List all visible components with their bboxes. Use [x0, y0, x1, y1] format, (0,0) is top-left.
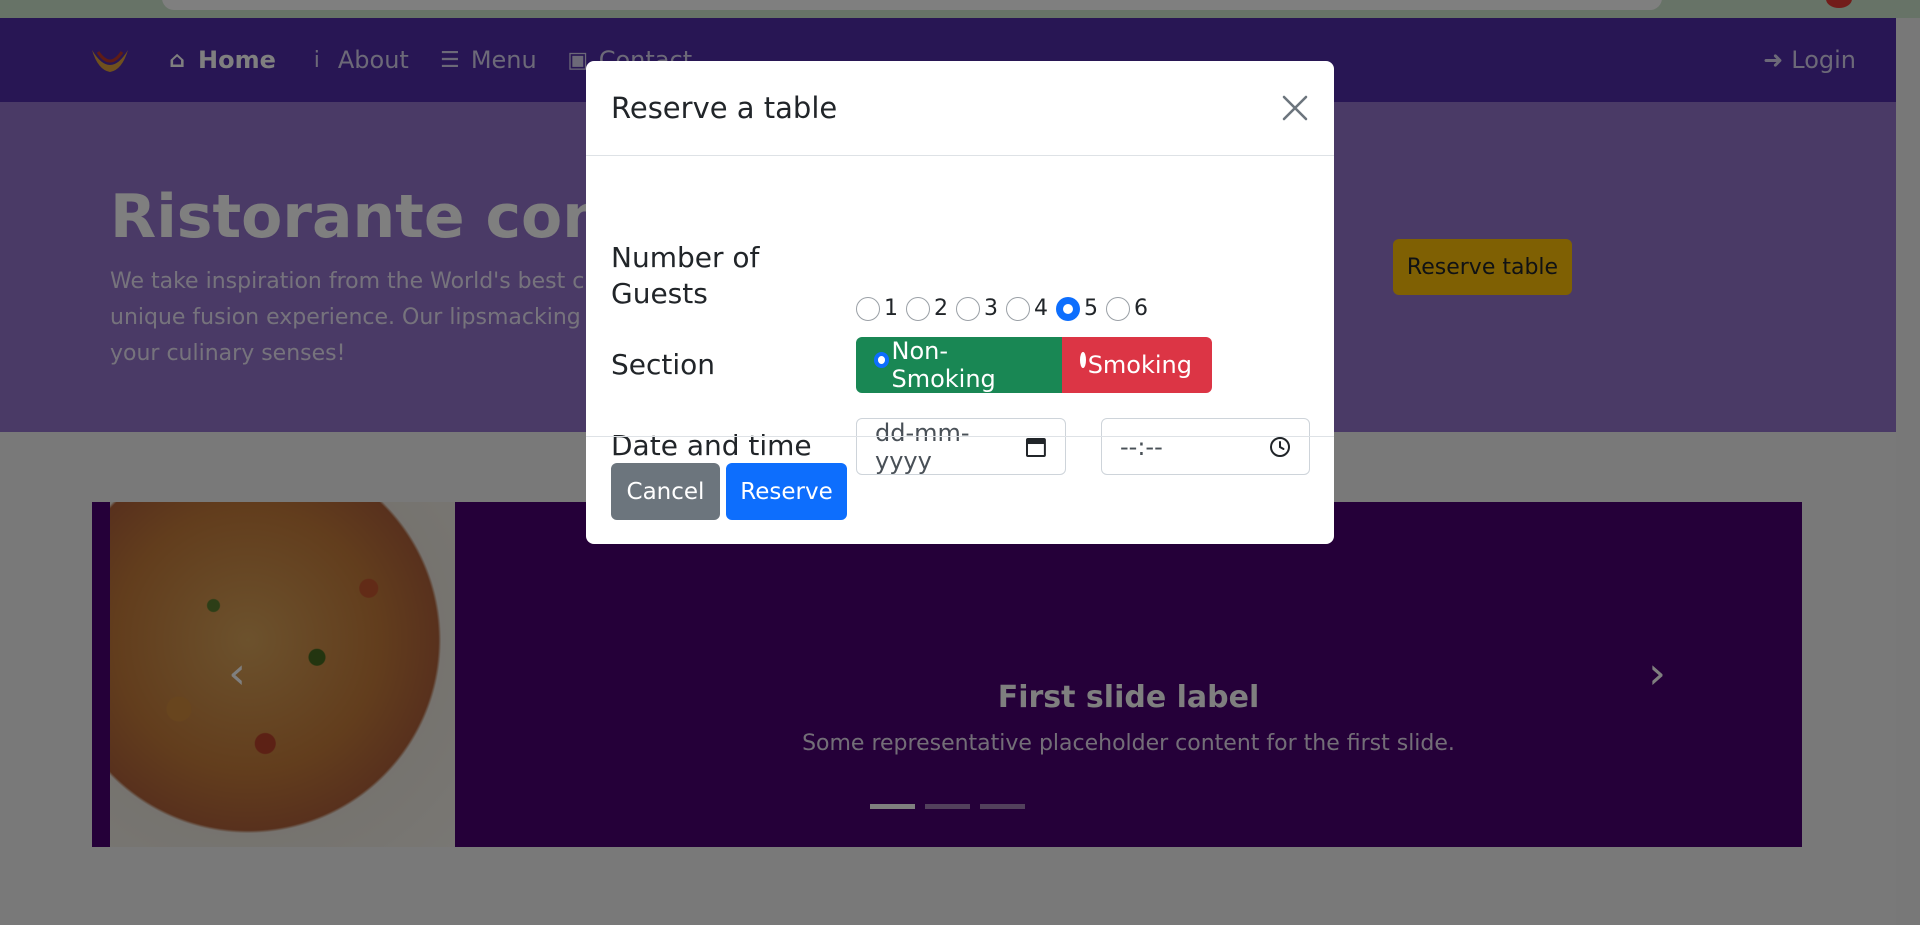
guests-option-5[interactable]: 5	[1056, 296, 1098, 321]
modal-title: Reserve a table	[611, 91, 838, 125]
guests-option-3[interactable]: 3	[956, 296, 998, 321]
radio-label: 4	[1034, 296, 1048, 321]
radio-label: 2	[934, 296, 948, 321]
radio-button[interactable]	[1006, 296, 1030, 321]
radio-label: 1	[884, 296, 898, 321]
radio-label: 3	[984, 296, 998, 321]
non-smoking-option[interactable]: Non-Smoking	[856, 337, 1062, 393]
modal-footer: Cancel Reserve	[586, 436, 1334, 544]
radio-label: 6	[1134, 296, 1148, 321]
guests-radio-group: 1 2 3 4 5 6	[856, 296, 1156, 321]
guests-label: Number of Guests	[611, 241, 760, 310]
guests-option-1[interactable]: 1	[856, 296, 898, 321]
radio-button[interactable]	[906, 296, 930, 321]
close-icon[interactable]	[1278, 91, 1312, 125]
non-smoking-label: Non-Smoking	[891, 337, 996, 393]
reserve-table-modal: Reserve a table Number of Guests 123456 …	[586, 61, 1334, 544]
section-toggle-group: Non-Smoking Smoking	[856, 337, 1212, 393]
modal-header: Reserve a table	[586, 61, 1334, 156]
cancel-button[interactable]: Cancel	[611, 463, 720, 520]
guests-option-2[interactable]: 2	[906, 296, 948, 321]
guests-option-6[interactable]: 6	[1106, 296, 1148, 321]
radio-button[interactable]	[856, 296, 880, 321]
guests-option-4[interactable]: 4	[1006, 296, 1048, 321]
radio-label: 5	[1084, 296, 1098, 321]
radio-button[interactable]	[956, 296, 980, 321]
radio-button[interactable]	[1056, 296, 1080, 321]
radio-button[interactable]	[1106, 296, 1130, 321]
section-label: Section	[611, 348, 716, 381]
smoking-option[interactable]: Smoking	[1062, 337, 1212, 393]
smoking-radio	[1080, 352, 1086, 368]
smoking-label: Smoking	[1087, 351, 1192, 379]
non-smoking-radio	[874, 352, 890, 368]
reserve-button[interactable]: Reserve	[726, 463, 847, 520]
